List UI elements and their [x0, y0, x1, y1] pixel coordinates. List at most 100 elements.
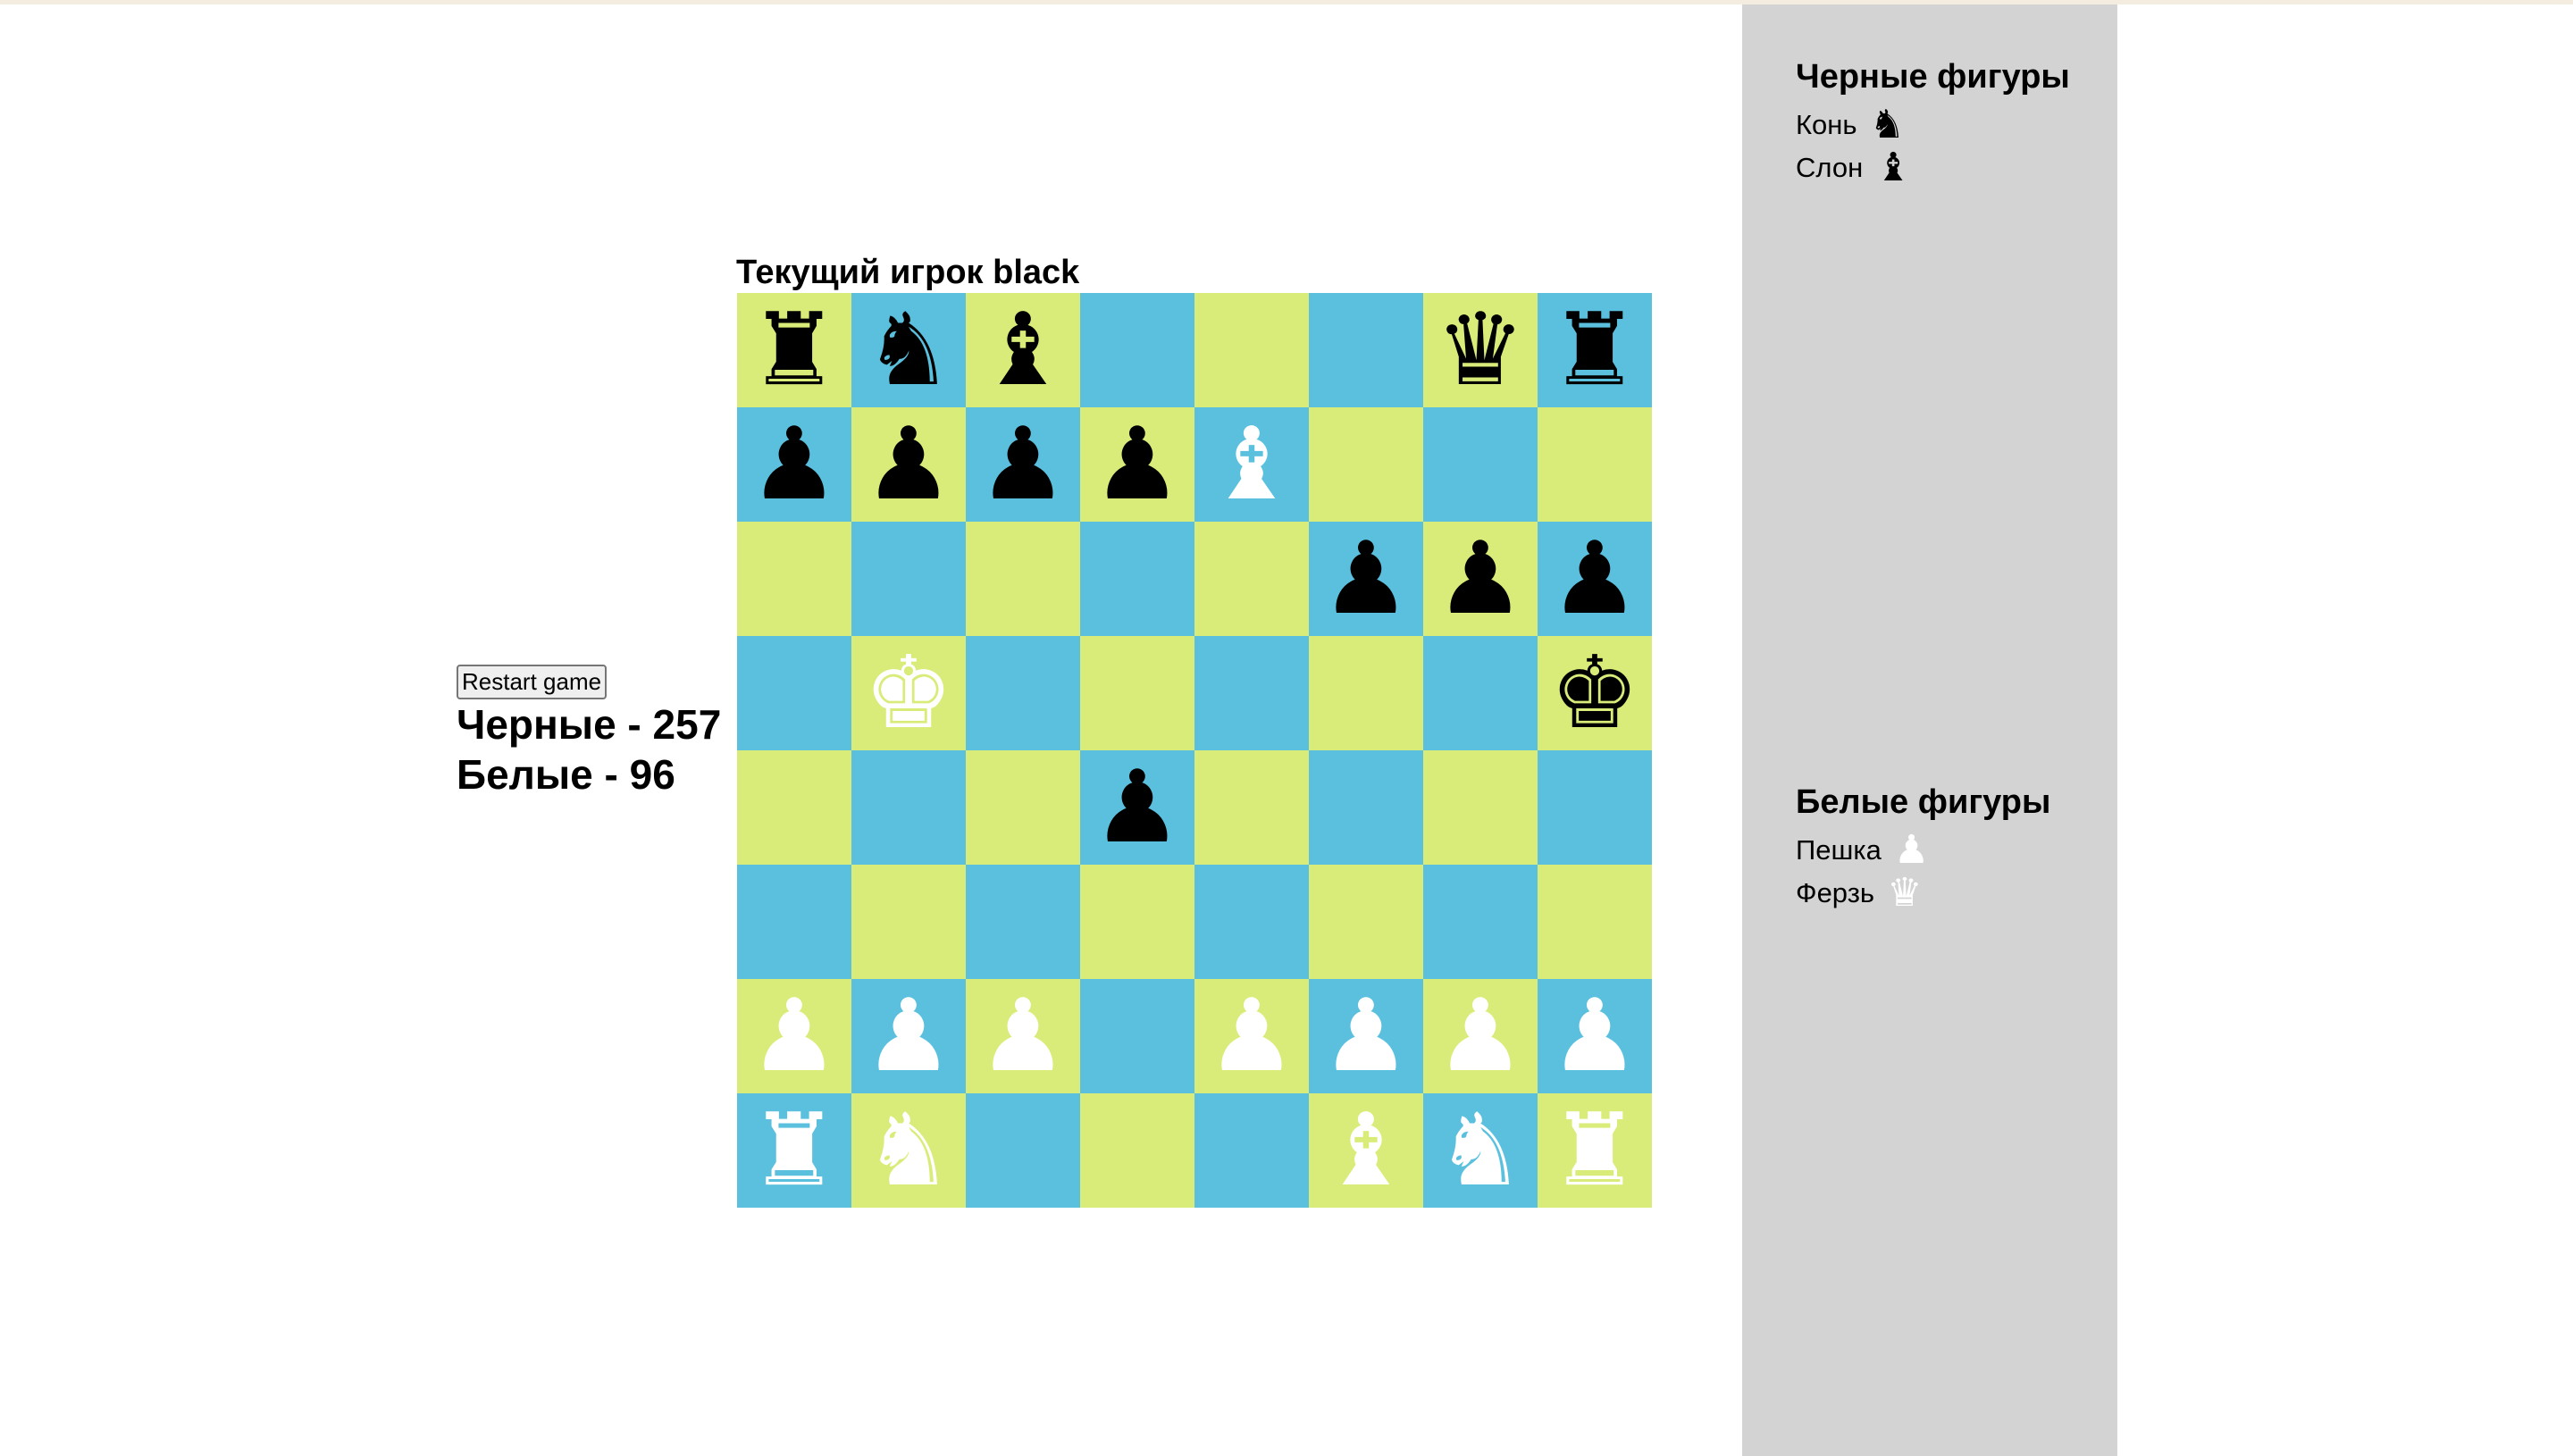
white-pawn-icon[interactable]: ♟	[750, 986, 839, 1086]
board-square-f8[interactable]	[1309, 293, 1423, 407]
board-square-g2[interactable]: ♟	[1423, 979, 1538, 1093]
board-square-a7[interactable]: ♟	[737, 407, 851, 522]
board-square-f7[interactable]	[1309, 407, 1423, 522]
white-knight-icon[interactable]: ♞	[864, 1100, 953, 1201]
captured-white-item: Пешка ♟	[1796, 829, 2050, 872]
board-square-a8[interactable]: ♜	[737, 293, 851, 407]
board-square-b3[interactable]	[851, 865, 966, 979]
black-pawn-icon[interactable]: ♟	[1436, 529, 1525, 629]
white-pawn-icon[interactable]: ♟	[864, 986, 953, 1086]
board-square-c8[interactable]: ♝	[966, 293, 1080, 407]
black-pawn-icon[interactable]: ♟	[1321, 529, 1411, 629]
board-square-e6[interactable]	[1194, 522, 1309, 636]
white-knight-icon[interactable]: ♞	[1436, 1100, 1525, 1201]
board-square-g1[interactable]: ♞	[1423, 1093, 1538, 1208]
board-square-b2[interactable]: ♟	[851, 979, 966, 1093]
board-square-g7[interactable]	[1423, 407, 1538, 522]
board-square-a3[interactable]	[737, 865, 851, 979]
board-square-d4[interactable]: ♟	[1080, 750, 1194, 865]
board-square-d6[interactable]	[1080, 522, 1194, 636]
white-pawn-icon[interactable]: ♟	[1550, 986, 1639, 1086]
board-square-g5[interactable]	[1423, 636, 1538, 750]
board-square-e1[interactable]	[1194, 1093, 1309, 1208]
board-square-e5[interactable]	[1194, 636, 1309, 750]
white-pawn-icon[interactable]: ♟	[1321, 986, 1411, 1086]
board-square-e7[interactable]: ♝	[1194, 407, 1309, 522]
board-square-g4[interactable]	[1423, 750, 1538, 865]
restart-game-button[interactable]: Restart game	[457, 665, 608, 699]
board-square-c3[interactable]	[966, 865, 1080, 979]
black-pawn-icon[interactable]: ♟	[978, 414, 1068, 515]
board-square-f2[interactable]: ♟	[1309, 979, 1423, 1093]
board-square-c7[interactable]: ♟	[966, 407, 1080, 522]
black-pawn-icon[interactable]: ♟	[1093, 757, 1182, 858]
board-square-b6[interactable]	[851, 522, 966, 636]
board-square-a1[interactable]: ♜	[737, 1093, 851, 1208]
board-square-g8[interactable]: ♛	[1423, 293, 1538, 407]
board-square-h6[interactable]: ♟	[1538, 522, 1652, 636]
board-square-b7[interactable]: ♟	[851, 407, 966, 522]
board-square-g3[interactable]	[1423, 865, 1538, 979]
board-square-d5[interactable]	[1080, 636, 1194, 750]
board-square-a4[interactable]	[737, 750, 851, 865]
black-pawn-icon[interactable]: ♟	[864, 414, 953, 515]
black-knight-icon[interactable]: ♞	[864, 300, 953, 400]
board-square-f6[interactable]: ♟	[1309, 522, 1423, 636]
chess-board: ♜ ♞ ♝ ♛ ♜ ♟ ♟ ♟ ♟ ♝ ♟ ♟ ♟ ♚ ♚ ♟ ♟ ♟ ♟ ♟ ♟ ♟ ♟ ♜ ♞ ♝ ♞ ♜	[737, 293, 1652, 1208]
captured-white-section: Белые фигуры Пешка ♟ Ферзь ♛	[1796, 783, 2050, 915]
board-square-d8[interactable]	[1080, 293, 1194, 407]
board-square-e3[interactable]	[1194, 865, 1309, 979]
board-square-d2[interactable]	[1080, 979, 1194, 1093]
white-king-icon[interactable]: ♚	[864, 643, 953, 743]
board-square-f1[interactable]: ♝	[1309, 1093, 1423, 1208]
board-square-e8[interactable]	[1194, 293, 1309, 407]
board-square-d7[interactable]: ♟	[1080, 407, 1194, 522]
board-square-b8[interactable]: ♞	[851, 293, 966, 407]
white-bishop-icon[interactable]: ♝	[1207, 414, 1296, 515]
board-square-c6[interactable]	[966, 522, 1080, 636]
black-rook-icon[interactable]: ♜	[1550, 300, 1639, 400]
white-rook-icon[interactable]: ♜	[750, 1100, 839, 1201]
board-square-c2[interactable]: ♟	[966, 979, 1080, 1093]
white-pawn-icon[interactable]: ♟	[978, 986, 1068, 1086]
board-square-h2[interactable]: ♟	[1538, 979, 1652, 1093]
score-board: Черные - 257 Белые - 96	[457, 699, 721, 799]
board-square-h4[interactable]	[1538, 750, 1652, 865]
board-square-d3[interactable]	[1080, 865, 1194, 979]
white-bishop-icon[interactable]: ♝	[1321, 1100, 1411, 1201]
white-rook-icon[interactable]: ♜	[1550, 1100, 1639, 1201]
board-square-a5[interactable]	[737, 636, 851, 750]
black-pawn-icon[interactable]: ♟	[750, 414, 839, 515]
captured-pieces-sidebar: Черные фигуры Конь ♞ Слон ♝ Белые фигуры…	[1742, 4, 2117, 1456]
board-square-c4[interactable]	[966, 750, 1080, 865]
captured-black-title: Черные фигуры	[1796, 58, 2070, 96]
black-pawn-icon[interactable]: ♟	[1093, 414, 1182, 515]
board-square-a2[interactable]: ♟	[737, 979, 851, 1093]
board-square-e2[interactable]: ♟	[1194, 979, 1309, 1093]
board-square-f5[interactable]	[1309, 636, 1423, 750]
top-border	[0, 0, 2573, 4]
black-queen-icon[interactable]: ♛	[1436, 300, 1525, 400]
board-square-d1[interactable]	[1080, 1093, 1194, 1208]
board-square-h3[interactable]	[1538, 865, 1652, 979]
board-square-f3[interactable]	[1309, 865, 1423, 979]
board-square-h7[interactable]	[1538, 407, 1652, 522]
black-rook-icon[interactable]: ♜	[750, 300, 839, 400]
board-square-b1[interactable]: ♞	[851, 1093, 966, 1208]
white-pawn-icon[interactable]: ♟	[1436, 986, 1525, 1086]
board-square-a6[interactable]	[737, 522, 851, 636]
board-square-h5[interactable]: ♚	[1538, 636, 1652, 750]
board-square-b4[interactable]	[851, 750, 966, 865]
board-square-h1[interactable]: ♜	[1538, 1093, 1652, 1208]
black-pawn-icon[interactable]: ♟	[1550, 529, 1639, 629]
board-square-g6[interactable]: ♟	[1423, 522, 1538, 636]
board-square-b5[interactable]: ♚	[851, 636, 966, 750]
white-pawn-icon[interactable]: ♟	[1207, 986, 1296, 1086]
board-square-f4[interactable]	[1309, 750, 1423, 865]
board-square-c1[interactable]	[966, 1093, 1080, 1208]
board-square-h8[interactable]: ♜	[1538, 293, 1652, 407]
black-king-icon[interactable]: ♚	[1550, 643, 1639, 743]
board-square-c5[interactable]	[966, 636, 1080, 750]
board-square-e4[interactable]	[1194, 750, 1309, 865]
black-bishop-icon[interactable]: ♝	[978, 300, 1068, 400]
